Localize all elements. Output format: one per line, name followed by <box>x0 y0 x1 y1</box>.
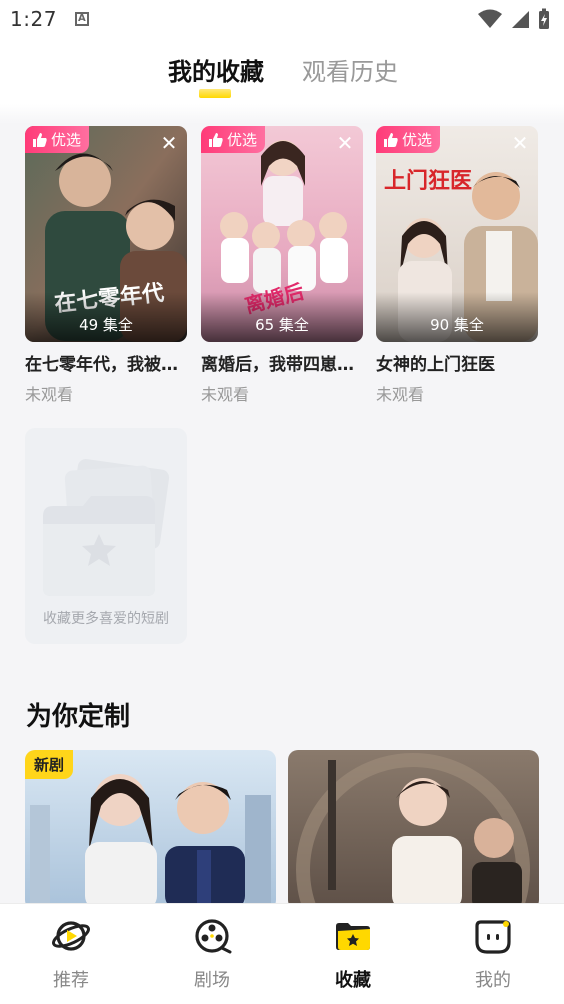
remove-favorite-close-icon[interactable]: ✕ <box>510 133 530 153</box>
card-title[interactable]: 离婚后，我带四崽… <box>201 350 363 375</box>
tab-favorites[interactable]: 我的收藏 <box>168 52 264 87</box>
add-more-favorites-hint: 收藏更多喜爱的短剧 <box>43 611 169 627</box>
poster[interactable]: 离婚后 优选 ✕ 65 集全 <box>201 126 363 342</box>
premium-badge: 优选 <box>376 126 441 153</box>
thumbs-up-icon <box>33 132 47 147</box>
status-time: 1:27 <box>10 7 57 31</box>
card-title[interactable]: 在七零年代，我被… <box>25 350 187 375</box>
remove-favorite-close-icon[interactable]: ✕ <box>335 133 355 153</box>
premium-badge-label: 优选 <box>402 131 433 149</box>
new-series-badge: 新剧 <box>25 750 74 779</box>
poster[interactable]: 上门狂医 优选 ✕ 90 集全 <box>376 126 538 342</box>
thumbs-up-icon <box>209 132 223 147</box>
empty-folder-star-icon <box>43 459 170 596</box>
section-title-recommend: 为你定制 <box>26 702 131 732</box>
favorite-card[interactable]: 离婚后 优选 ✕ 65 集全 离婚后，我带四崽… 未观看 <box>201 126 363 405</box>
nav-label: 收藏 <box>335 970 371 991</box>
episode-count: 49 集全 <box>79 316 133 334</box>
status-icons <box>478 8 550 30</box>
nav-label: 我的 <box>475 970 511 991</box>
film-reel-icon <box>195 919 232 954</box>
nav-item-favorites[interactable]: 收藏 <box>308 916 398 992</box>
bottom-nav: 推荐 剧场 收藏 我的 <box>0 903 564 1004</box>
signal-icon <box>512 11 529 28</box>
svg-text:上门狂医: 上门狂医 <box>384 168 472 194</box>
header-fade <box>0 104 564 124</box>
tab-watch-history[interactable]: 观看历史 <box>302 52 398 87</box>
nav-label: 推荐 <box>53 970 89 991</box>
premium-badge: 优选 <box>25 126 90 153</box>
nav-item-recommend[interactable]: 推荐 <box>26 916 116 992</box>
battery-charging-icon <box>539 8 549 29</box>
remove-favorite-close-icon[interactable]: ✕ <box>159 133 179 153</box>
planet-icon <box>52 921 90 951</box>
nav-item-theater[interactable]: 剧场 <box>167 916 257 992</box>
recommend-poster-image <box>288 750 539 910</box>
accessibility-notification-icon: A <box>74 12 89 26</box>
wifi-icon <box>478 9 502 28</box>
watch-status: 未观看 <box>376 385 425 404</box>
nav-item-profile[interactable]: 我的 <box>448 916 538 992</box>
watch-status: 未观看 <box>25 385 74 404</box>
episode-count: 90 集全 <box>430 316 484 334</box>
recommend-card[interactable] <box>288 750 539 910</box>
status-bar: 1:27 A <box>0 0 564 38</box>
favorite-card[interactable]: 在七零年代 优选 ✕ 49 集全 在七零年代，我被… 未观看 <box>25 126 187 405</box>
folder-star-icon <box>336 923 370 950</box>
premium-badge-label: 优选 <box>51 131 82 149</box>
header: 我的收藏 观看历史 <box>0 38 564 104</box>
face-icon <box>475 920 511 954</box>
thumbs-up-icon <box>384 132 398 147</box>
active-tab-indicator <box>199 89 231 98</box>
premium-badge: 优选 <box>201 126 266 153</box>
card-title[interactable]: 女神的上门狂医 <box>376 350 538 375</box>
premium-badge-label: 优选 <box>227 131 258 149</box>
recommend-card[interactable]: 新剧 <box>25 750 276 910</box>
add-more-favorites-card[interactable]: 收藏更多喜爱的短剧 <box>25 428 187 644</box>
nav-label: 剧场 <box>194 970 230 991</box>
poster[interactable]: 在七零年代 优选 ✕ 49 集全 <box>25 126 187 342</box>
episode-count: 65 集全 <box>255 316 309 334</box>
favorite-card[interactable]: 上门狂医 优选 ✕ 90 集全 女神的上门狂医 未观看 <box>376 126 538 405</box>
watch-status: 未观看 <box>201 385 250 404</box>
